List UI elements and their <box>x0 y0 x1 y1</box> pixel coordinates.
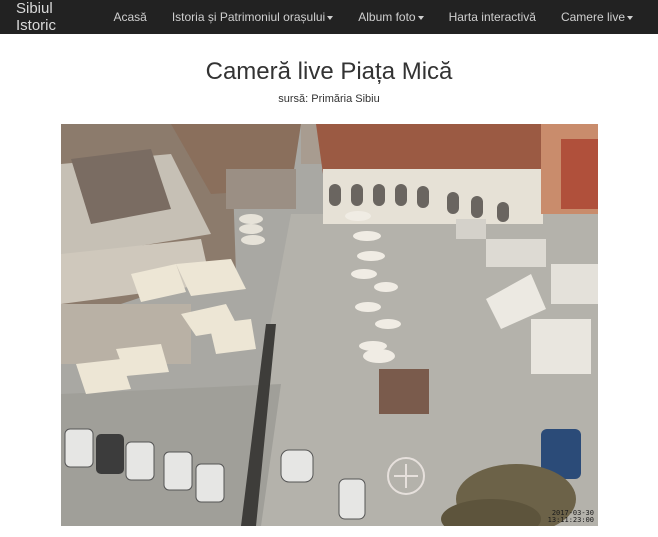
nav-label: Camere live <box>560 10 625 24</box>
nav-item-camere-live[interactable]: Camere live <box>561 10 633 24</box>
caret-down-icon <box>417 15 424 20</box>
nav-label: Album foto <box>358 10 416 24</box>
live-camera-image: 2017-03-30 13:11:23:00 <box>61 124 598 526</box>
navbar: Sibiul Istoric Acasă Istoria și Patrimon… <box>0 0 658 34</box>
nav-item-album-foto[interactable]: Album foto <box>358 10 424 24</box>
caret-down-icon <box>627 15 633 20</box>
camera-scene <box>61 124 598 526</box>
nav-label: Harta interactivă <box>448 10 536 24</box>
nav-menu: Acasă Istoria și Patrimoniul orașului Al… <box>113 10 658 24</box>
nav-item-acasa[interactable]: Acasă <box>113 10 146 24</box>
nav-item-istoria[interactable]: Istoria și Patrimoniul orașului <box>171 10 334 24</box>
caret-down-icon <box>327 15 334 20</box>
brand-link[interactable]: Sibiul Istoric <box>16 0 87 34</box>
source-caption: sursă: Primăria Sibiu <box>278 93 380 105</box>
timestamp-overlay: 2017-03-30 13:11:23:00 <box>548 510 594 524</box>
timestamp-time: 13:11:23:00 <box>547 516 594 524</box>
page-title: Cameră live Piața Mică <box>205 58 453 85</box>
nav-label: Acasă <box>113 10 147 24</box>
nav-label: Istoria și Patrimoniul orașului <box>171 10 326 24</box>
nav-item-harta[interactable]: Harta interactivă <box>449 10 536 24</box>
